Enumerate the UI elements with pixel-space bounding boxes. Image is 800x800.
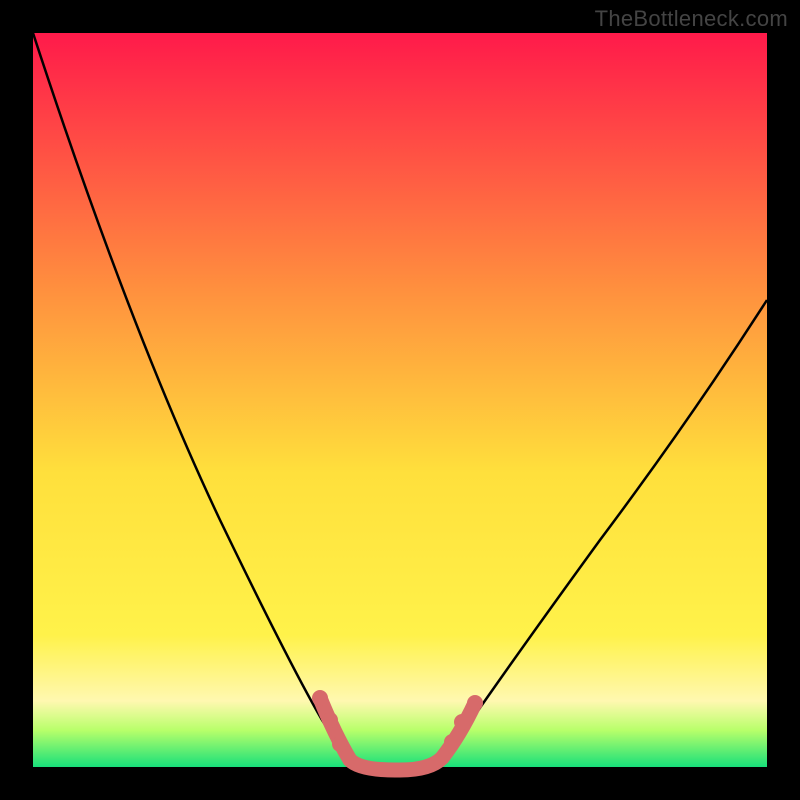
highlight-dot [322, 712, 338, 728]
highlight-dot [312, 690, 328, 706]
highlight-dot [467, 695, 483, 711]
bottleneck-chart [0, 0, 800, 800]
plot-area [33, 33, 767, 767]
watermark-text: TheBottleneck.com [595, 6, 788, 32]
highlight-dot [454, 714, 470, 730]
chart-frame: TheBottleneck.com [0, 0, 800, 800]
highlight-dot [444, 734, 460, 750]
highlight-dot [332, 736, 348, 752]
